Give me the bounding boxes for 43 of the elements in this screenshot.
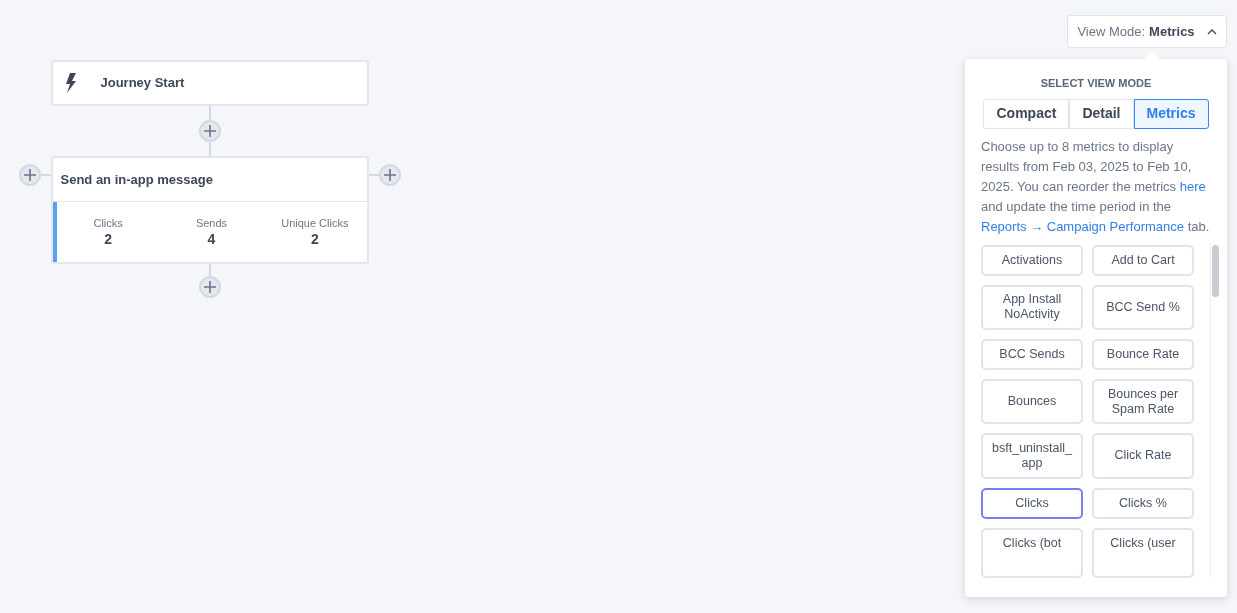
add-step-button[interactable] bbox=[198, 120, 221, 142]
node-title: Send an in-app message bbox=[60, 170, 213, 189]
metric-value: 2 bbox=[104, 230, 113, 248]
add-step-button[interactable] bbox=[18, 164, 41, 186]
message-card[interactable]: Send an in-app message Clicks 2 Sends 4 Unique Clicks 2 bbox=[50, 156, 369, 264]
metric-option[interactable]: App Install NoActivity bbox=[981, 284, 1083, 330]
metric-option[interactable]: bsft_uninstall_ app bbox=[981, 433, 1083, 479]
plus-icon bbox=[23, 169, 36, 181]
here-link[interactable]: here bbox=[1179, 178, 1206, 194]
view-mode-tab[interactable]: Detail bbox=[1069, 98, 1134, 129]
reports-link[interactable]: Reports → Campaign Performance bbox=[981, 218, 1185, 234]
metric-option[interactable]: BCC Sends bbox=[981, 338, 1083, 370]
description-text: Choose up to 8 metrics to display results from Feb 03, 2025 to Feb 10, 2025. You can reorder the metrics here and update the time period in the Reports → Campaign Performance tab. bbox=[980, 137, 1211, 236]
metric-value: 4 bbox=[207, 230, 216, 248]
chevron-icon bbox=[1206, 28, 1217, 35]
view-mode-dropdown[interactable]: View Mode: Metrics bbox=[1067, 15, 1227, 48]
metric-option[interactable]: BCC Send % bbox=[1092, 284, 1194, 330]
metric-option[interactable]: Clicks (user bbox=[1092, 527, 1194, 578]
popover-heading: SELECT VIEW MODE bbox=[1040, 76, 1152, 91]
add-step-button[interactable] bbox=[198, 276, 221, 298]
metric-label: Unique Clicks bbox=[281, 216, 349, 230]
view-mode-tab[interactable]: Compact bbox=[983, 98, 1070, 129]
view-mode-tab[interactable]: Metrics bbox=[1133, 98, 1209, 129]
metric-option[interactable]: Click Rate bbox=[1092, 433, 1194, 479]
metric-option[interactable]: Bounces per Spam Rate bbox=[1092, 378, 1194, 425]
scrollbar-thumb[interactable] bbox=[1212, 244, 1219, 297]
plus-icon bbox=[203, 281, 216, 293]
metric-option[interactable]: Clicks bbox=[981, 487, 1083, 519]
node-title: Journey Start bbox=[100, 74, 185, 93]
add-step-button[interactable] bbox=[378, 164, 401, 186]
journey-start-card[interactable]: Journey Start bbox=[50, 60, 369, 106]
metric-label: Clicks bbox=[93, 216, 123, 230]
metric-option[interactable]: Activations bbox=[981, 244, 1083, 276]
metric-option[interactable]: Bounce Rate bbox=[1092, 338, 1194, 370]
lightning-icon bbox=[64, 73, 77, 93]
metric-option[interactable]: Add to Cart bbox=[1092, 244, 1194, 276]
metric-option[interactable]: Clicks % bbox=[1092, 487, 1194, 519]
metric-value: 2 bbox=[310, 230, 319, 248]
metric-option[interactable]: Bounces bbox=[981, 378, 1083, 425]
metric-label: Sends bbox=[195, 216, 228, 230]
plus-icon bbox=[383, 169, 396, 181]
metric-option[interactable]: Clicks (bot bbox=[981, 527, 1083, 578]
plus-icon bbox=[203, 125, 216, 137]
